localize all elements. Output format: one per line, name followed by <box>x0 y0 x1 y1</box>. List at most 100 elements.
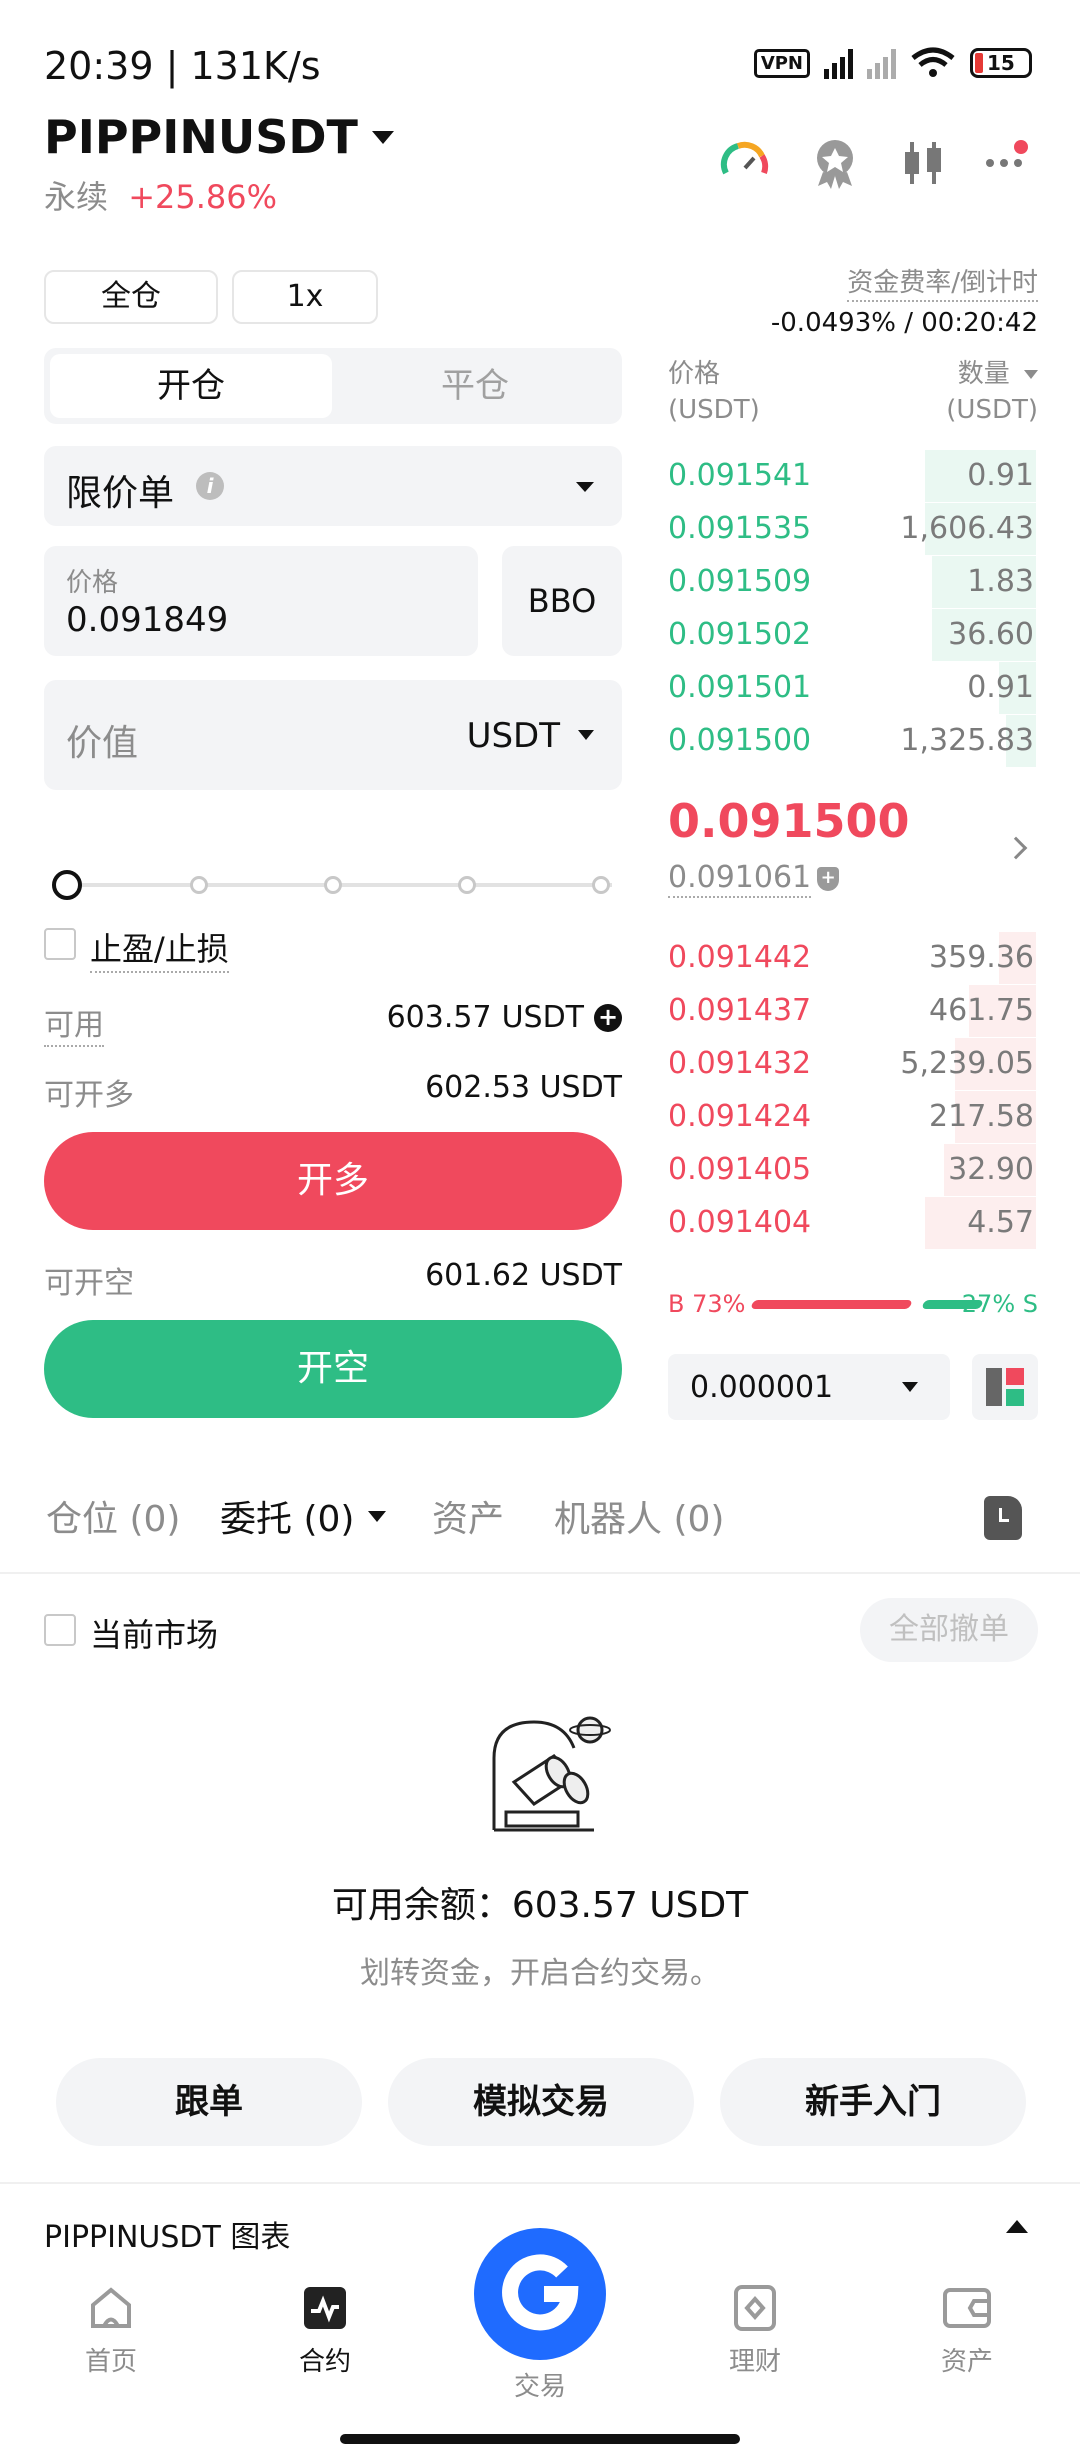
row-price: 0.091502 <box>668 617 812 652</box>
buy-sell-ratio: B 73% 27% S <box>668 1290 1038 1320</box>
more-icon[interactable] <box>986 138 1028 188</box>
value-unit[interactable]: USDT <box>467 716 560 756</box>
row-quantity: 0.91 <box>967 670 1034 705</box>
open-short-button[interactable]: 开空 <box>44 1320 622 1418</box>
award-icon[interactable] <box>810 136 860 190</box>
available-balance-text: 可用余额：603.57 USDT <box>331 1885 749 1926</box>
tpsl-checkbox[interactable] <box>44 928 76 960</box>
ask-row[interactable]: 0.091432 5,239.05 <box>666 1038 1036 1090</box>
row-quantity: 36.60 <box>948 617 1034 652</box>
row-price: 0.091500 <box>668 723 812 758</box>
tab-open[interactable]: 开仓 <box>50 354 332 418</box>
row-quantity: 1,606.43 <box>900 511 1034 546</box>
row-quantity: 359.36 <box>929 940 1034 975</box>
orderbook-layout-button[interactable] <box>972 1354 1038 1420</box>
symbol-selector[interactable]: PIPPINUSDT <box>44 110 394 164</box>
transfer-plus-icon[interactable]: + <box>594 1003 622 1032</box>
slider-handle[interactable] <box>52 870 82 900</box>
earn-icon <box>734 2285 776 2331</box>
bbo-button[interactable]: BBO <box>502 546 622 656</box>
cancel-all-button[interactable]: 全部撤单 <box>860 1598 1038 1662</box>
nav-home-label: 首页 <box>84 2347 137 2377</box>
available-unit: USDT <box>501 1000 584 1035</box>
battery-icon: 15 <box>970 48 1032 78</box>
caret-down-icon <box>371 130 394 144</box>
current-market-label[interactable]: 当前市场 <box>90 1610 218 1656</box>
tab-assets[interactable]: 资产 <box>432 1490 504 1542</box>
symbol-title: PIPPINUSDT <box>44 110 358 164</box>
vpn-icon: VPN <box>753 48 810 78</box>
demo-trading-button[interactable]: 模拟交易 <box>388 2058 694 2146</box>
mark-price-row[interactable]: 0.091061 + <box>668 860 840 898</box>
slider-mark[interactable] <box>592 876 610 894</box>
precision-select[interactable]: 0.000001 <box>668 1354 950 1420</box>
ask-row[interactable]: 0.091405 32.90 <box>666 1144 1036 1196</box>
open-long-button[interactable]: 开多 <box>44 1132 622 1230</box>
max-short-value: 601.62 USDT <box>425 1258 622 1293</box>
row-quantity: 0.91 <box>967 458 1034 493</box>
row-quantity: 4.57 <box>967 1205 1034 1240</box>
orderbook-qty-header[interactable]: 数量 (USDT) <box>946 356 1038 428</box>
bid-row[interactable]: 0.091509 1.83 <box>666 556 1036 608</box>
bid-row[interactable]: 0.091535 1,606.43 <box>666 503 1036 555</box>
row-price: 0.091509 <box>668 564 812 599</box>
bid-row[interactable]: 0.091502 36.60 <box>666 609 1036 661</box>
nav-futures[interactable]: 合约 <box>270 2285 380 2378</box>
layout-icon <box>986 1368 1024 1406</box>
funding-value: -0.0493% / 00:20:42 <box>770 308 1038 338</box>
qty-header-label: 数量 <box>957 359 1010 389</box>
contract-type: 永续 <box>44 178 109 216</box>
tab-close[interactable]: 平仓 <box>334 354 616 418</box>
row-quantity: 32.90 <box>948 1152 1034 1187</box>
status-time: 20:39 | 131K/s <box>44 44 321 88</box>
candlestick-icon[interactable] <box>900 138 946 188</box>
nav-assets-label: 资产 <box>940 2347 993 2377</box>
tpsl-label[interactable]: 止盈/止损 <box>90 924 229 973</box>
leverage-button[interactable]: 1x <box>232 270 378 324</box>
open-close-tabs: 开仓 平仓 <box>44 348 622 424</box>
slider-mark[interactable] <box>458 876 476 894</box>
tab-orders[interactable]: 委托 (0) <box>220 1490 387 1542</box>
bid-row[interactable]: 0.091541 0.91 <box>666 450 1036 502</box>
trade-icon <box>474 2228 606 2360</box>
slider-mark[interactable] <box>190 876 208 894</box>
value-input[interactable]: 价值 USDT <box>44 680 622 790</box>
copy-trade-button[interactable]: 跟单 <box>56 2058 362 2146</box>
nav-assets[interactable]: 资产 <box>912 2285 1022 2378</box>
order-type-label: 限价单 <box>66 473 175 514</box>
info-icon[interactable]: i <box>196 472 224 500</box>
history-icon[interactable] <box>984 1496 1022 1540</box>
current-market-checkbox[interactable] <box>44 1614 76 1646</box>
ask-row[interactable]: 0.091437 461.75 <box>666 985 1036 1037</box>
ask-row[interactable]: 0.091442 359.36 <box>666 932 1036 984</box>
ask-row[interactable]: 0.091424 217.58 <box>666 1091 1036 1143</box>
nav-trade[interactable]: 交易 <box>474 2228 606 2403</box>
chevron-right-icon[interactable] <box>1004 836 1028 860</box>
chart-panel-title: PIPPINUSDT 图表 <box>44 2220 291 2255</box>
orderbook-price-header: 价格 (USDT) <box>668 356 760 428</box>
status-icons: VPN 15 <box>753 46 1032 80</box>
ask-row[interactable]: 0.091404 4.57 <box>666 1197 1036 1249</box>
margin-mode-button[interactable]: 全仓 <box>44 270 218 324</box>
value-placeholder: 价值 <box>66 723 139 764</box>
beginner-guide-button[interactable]: 新手入门 <box>720 2058 1026 2146</box>
bid-row[interactable]: 0.091501 0.91 <box>666 662 1036 714</box>
price-header-label: 价格 <box>668 359 721 389</box>
gauge-icon[interactable] <box>720 138 770 188</box>
order-type-select[interactable]: 限价单 i <box>44 446 622 526</box>
bid-row[interactable]: 0.091500 1,325.83 <box>666 715 1036 767</box>
nav-earn[interactable]: 理财 <box>700 2285 810 2378</box>
nav-earn-label: 理财 <box>728 2347 781 2377</box>
funding-info[interactable]: 资金费率/倒计时 -0.0493% / 00:20:42 <box>771 262 1038 338</box>
slider-mark[interactable] <box>324 876 342 894</box>
price-input[interactable]: 价格 0.091849 <box>44 546 478 656</box>
precision-value: 0.000001 <box>690 1370 834 1405</box>
qty-header-unit: (USDT) <box>946 395 1038 425</box>
nav-home[interactable]: 首页 <box>56 2285 166 2378</box>
leverage-slider[interactable] <box>52 870 618 900</box>
caret-down-icon <box>578 730 594 740</box>
tab-positions[interactable]: 仓位 (0) <box>46 1490 180 1542</box>
tab-bots[interactable]: 机器人 (0) <box>554 1490 724 1542</box>
row-price: 0.091442 <box>668 940 812 975</box>
available-label: 可用 <box>44 1000 104 1047</box>
